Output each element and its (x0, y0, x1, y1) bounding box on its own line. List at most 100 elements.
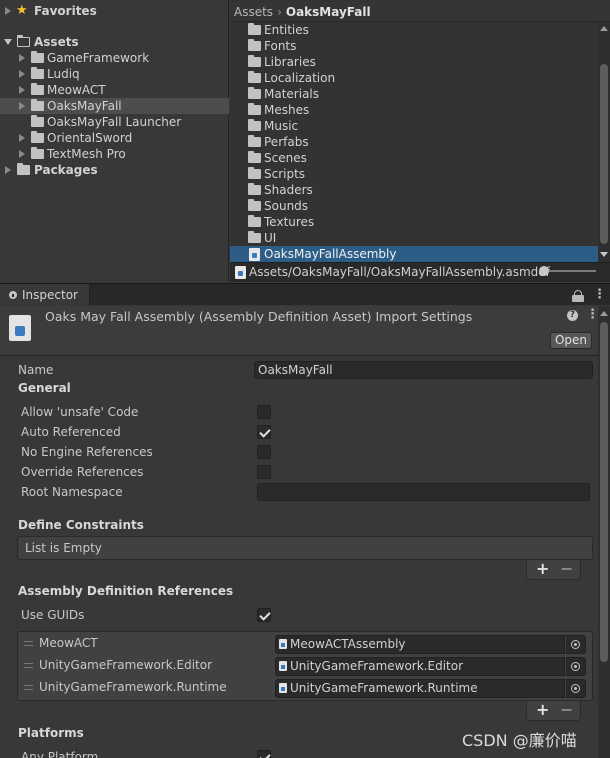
no-engine-references-label: No Engine References (21, 445, 153, 459)
object-picker-icon[interactable] (566, 679, 586, 698)
open-button[interactable]: Open (550, 332, 592, 349)
tree-item-favorites[interactable]: ★ Favorites (0, 3, 229, 19)
tree-item-oaksmayfall[interactable]: OaksMayFall (0, 98, 229, 114)
tree-item-label: GameFramework (47, 51, 150, 65)
object-picker-icon[interactable] (566, 635, 586, 654)
scroll-up-arrow-icon[interactable] (600, 26, 608, 31)
asset-item[interactable]: Shaders (230, 182, 598, 198)
expand-arrow-icon[interactable] (19, 134, 25, 142)
asset-item[interactable]: Perfabs (230, 134, 598, 150)
kebab-menu-icon[interactable]: ⋮ (593, 287, 606, 303)
remove-button[interactable]: − (560, 560, 573, 578)
override-references-checkbox[interactable] (257, 465, 271, 479)
asset-item[interactable]: UI (230, 230, 598, 246)
asset-item[interactable]: Materials (230, 86, 598, 102)
drag-handle-icon[interactable] (24, 641, 33, 646)
remove-button[interactable]: − (560, 701, 573, 719)
asset-item[interactable]: Textures (230, 214, 598, 230)
folder-icon (31, 99, 44, 111)
folder-icon (31, 51, 44, 63)
add-button[interactable]: + (536, 701, 549, 719)
asset-item[interactable]: Sounds (230, 198, 598, 214)
use-guids-checkbox[interactable] (257, 608, 271, 622)
expand-arrow-icon[interactable] (5, 7, 11, 15)
tree-item-orientalsword[interactable]: OrientalSword (0, 130, 229, 146)
asset-item[interactable]: Scripts (230, 166, 598, 182)
drag-handle-icon[interactable] (24, 685, 33, 690)
expand-arrow-icon[interactable] (19, 102, 25, 110)
folder-icon (31, 67, 44, 79)
root-namespace-field[interactable] (257, 483, 590, 501)
tree-item-label: MeowACT (47, 83, 106, 97)
inspector-header: Oaks May Fall Assembly (Assembly Definit… (0, 306, 599, 356)
icon-size-slider-track[interactable] (542, 270, 596, 272)
drag-handle-icon[interactable] (24, 663, 33, 668)
asset-item[interactable]: Fonts (230, 38, 598, 54)
icon-size-slider-knob[interactable] (539, 266, 549, 276)
section-platforms: Platforms (18, 726, 84, 740)
breadcrumb-root[interactable]: Assets (234, 5, 273, 19)
asset-item[interactable]: Localization (230, 70, 598, 86)
auto-referenced-label: Auto Referenced (21, 425, 121, 439)
reference-object-field[interactable]: UnityGameFramework.Runtime (275, 679, 565, 698)
expand-arrow-icon[interactable] (19, 150, 25, 158)
expand-arrow-icon[interactable] (19, 86, 25, 94)
asset-item[interactable]: Libraries (230, 54, 598, 70)
tree-item-ludiq[interactable]: Ludiq (0, 66, 229, 82)
asset-item[interactable]: Scenes (230, 150, 598, 166)
asset-list-scroll-thumb[interactable] (600, 64, 608, 244)
expand-arrow-icon[interactable] (5, 166, 11, 174)
tree-item-oaksmayfall-launcher[interactable]: OaksMayFall Launcher (0, 114, 229, 130)
allow-unsafe-code-checkbox[interactable] (257, 405, 271, 419)
asset-item-label: Localization (264, 71, 336, 85)
reference-label: MeowACT (39, 636, 98, 650)
open-folder-icon (16, 34, 30, 47)
tree-item-packages[interactable]: Packages (0, 162, 229, 178)
assembly-definition-icon (279, 683, 287, 693)
asset-item-selected[interactable]: OaksMayFallAssembly (230, 246, 598, 262)
collapse-arrow-icon[interactable] (4, 39, 12, 45)
star-icon: ★ (16, 3, 28, 18)
no-engine-references-checkbox[interactable] (257, 445, 271, 459)
tree-item-textmesh-pro[interactable]: TextMesh Pro (0, 146, 229, 162)
breadcrumb-current[interactable]: OaksMayFall (286, 5, 371, 19)
override-references-label: Override References (21, 465, 144, 479)
any-platform-checkbox[interactable] (257, 750, 271, 758)
lock-icon-body[interactable] (572, 295, 584, 302)
expand-arrow-icon[interactable] (19, 54, 25, 62)
define-constraints-add-remove: + − (526, 560, 581, 580)
assembly-definition-icon (9, 315, 31, 341)
object-picker-icon[interactable] (566, 657, 586, 676)
asset-item[interactable]: Entities (230, 22, 598, 38)
tab-label: Inspector (22, 288, 78, 302)
asset-item-label: Textures (264, 215, 315, 229)
breadcrumb-separator: › (277, 5, 282, 19)
tree-item-gameframework[interactable]: GameFramework (0, 50, 229, 66)
reference-object-field[interactable]: UnityGameFramework.Editor (275, 657, 565, 676)
asset-item[interactable]: Meshes (230, 102, 598, 118)
inspector-scroll-thumb[interactable] (600, 322, 608, 662)
assembly-definition-icon (235, 266, 246, 279)
name-field[interactable]: OaksMayFall (254, 361, 593, 379)
add-button[interactable]: + (536, 560, 549, 578)
asset-item-label: Fonts (264, 39, 297, 53)
scroll-up-arrow-icon[interactable] (600, 311, 608, 316)
tree-item-assets[interactable]: Assets (0, 34, 229, 50)
reference-object-field[interactable]: MeowACTAssembly (275, 635, 565, 654)
folder-icon (248, 135, 261, 147)
expand-arrow-icon[interactable] (19, 70, 25, 78)
folder-icon (31, 115, 44, 127)
asset-path-bar: Assets/OaksMayFall/OaksMayFallAssembly.a… (230, 262, 610, 282)
references-add-remove: + − (526, 701, 581, 721)
folder-icon (248, 119, 261, 131)
folder-icon (248, 199, 261, 211)
asset-item-label: UI (264, 231, 277, 245)
auto-referenced-checkbox[interactable] (257, 425, 271, 439)
tree-item-meowact[interactable]: MeowACT (0, 82, 229, 98)
asset-item[interactable]: Music (230, 118, 598, 134)
asset-item-label: Scripts (264, 167, 306, 181)
tab-inspector[interactable]: Inspector (0, 284, 90, 306)
help-icon[interactable]: ? (567, 310, 578, 321)
scroll-down-arrow-icon[interactable] (600, 252, 608, 257)
tree-item-label: OaksMayFall Launcher (47, 115, 182, 129)
